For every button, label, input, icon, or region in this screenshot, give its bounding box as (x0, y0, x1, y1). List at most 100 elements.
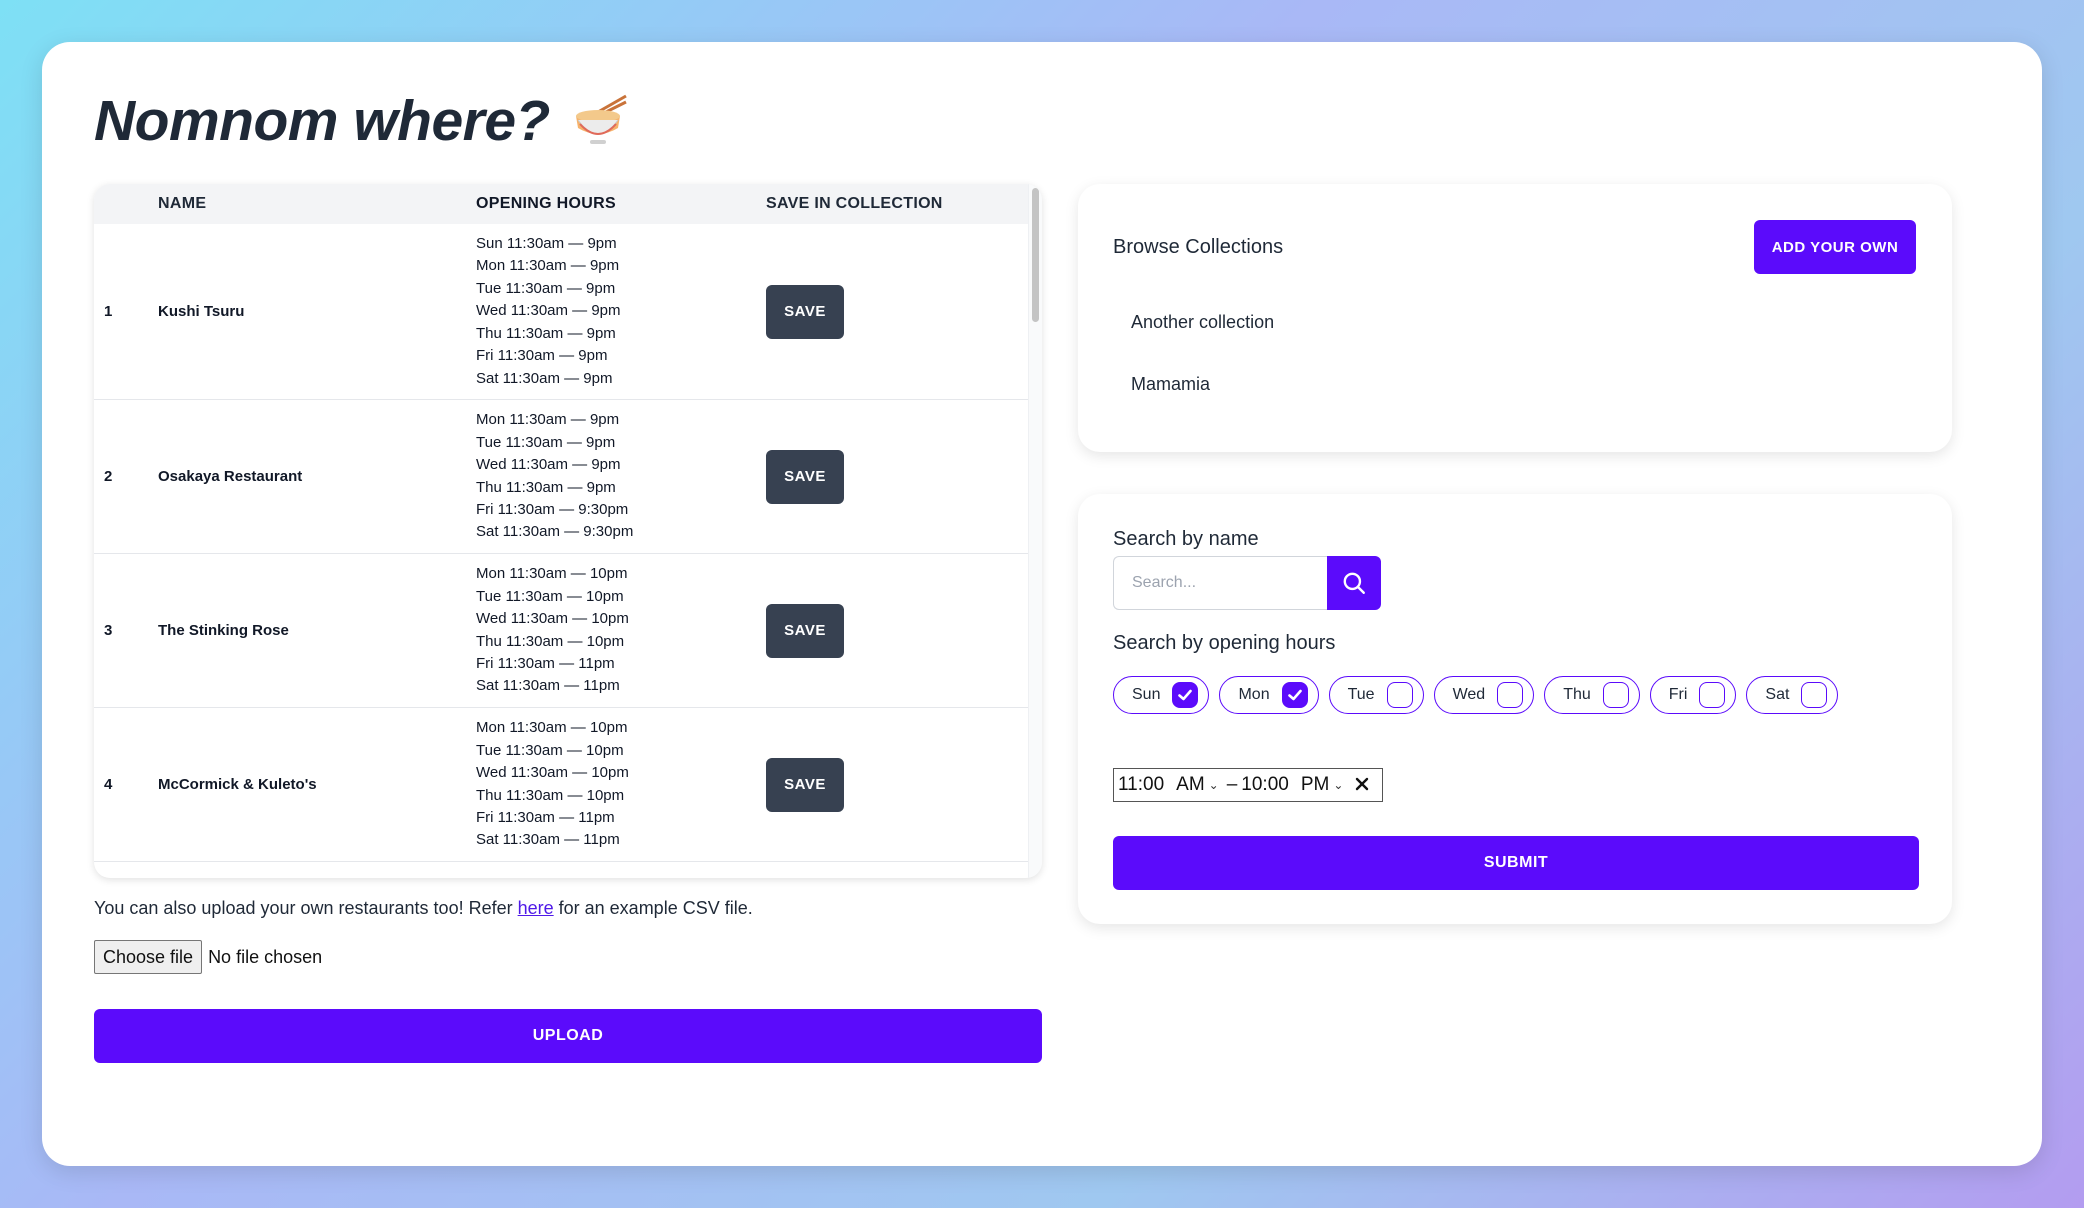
example-csv-link[interactable]: here (518, 898, 554, 918)
day-label: Mon (1238, 686, 1270, 703)
table-row: 2 Osakaya Restaurant Mon 11:30am — 9pm Tue … (94, 400, 1042, 554)
hours-line: Thu 11:30am — 10pm (476, 632, 625, 650)
day-checkbox[interactable] (1801, 682, 1828, 708)
day-filter-thu[interactable]: Thu (1544, 676, 1640, 714)
search-button[interactable] (1327, 556, 1381, 610)
row-number: 1 (104, 303, 113, 320)
header-save: SAVE IN COLLECTION (766, 195, 943, 212)
hours-line: Tue 11:30am — 10pm (476, 587, 624, 605)
day-label: Wed (1452, 686, 1486, 703)
day-checkbox[interactable] (1602, 682, 1629, 708)
table-header: NAME OPENING HOURS SAVE IN COLLECTION (94, 184, 1042, 224)
collections-panel: Browse Collections ADD YOUR OWN Another … (1078, 184, 1952, 452)
upload-instructions: You can also upload your own restaurants… (94, 898, 753, 919)
day-label: Thu (1563, 686, 1591, 703)
opening-hours: Sun 11am — 10pm (476, 874, 766, 878)
save-button[interactable]: SAVE (766, 603, 844, 658)
opening-hours: Sun 11:30am — 9pm Mon 11:30am — 9pm Tue 11… (476, 233, 766, 390)
collection-item[interactable]: Another collection (1131, 312, 1274, 333)
time-end[interactable]: 10:00 (1241, 774, 1289, 796)
file-status: No file chosen (208, 946, 323, 967)
day-filter-sat[interactable]: Sat (1746, 676, 1839, 714)
day-filters: Sun Mon Tue Wed Thu Fri Sat (1113, 676, 1839, 714)
scrollbar-thumb[interactable] (1032, 188, 1039, 322)
collections-title: Browse Collections (1113, 236, 1284, 258)
table-row: 3 The Stinking Rose Mon 11:30am — 10pm Tue … (94, 554, 1042, 708)
hours-line: Sat 11:30am — 11pm (476, 677, 620, 695)
page-title-text: Nomnom where? (94, 89, 550, 153)
save-cell: SAVE (766, 603, 1042, 658)
header-hours: OPENING HOURS (476, 194, 616, 212)
table-body: 1 Kushi Tsuru Sun 11:30am — 9pm Mon 11:30am… (94, 224, 1042, 878)
file-picker: Choose file No file chosen (94, 940, 322, 974)
chevron-down-icon[interactable]: ⌄ (1333, 778, 1343, 792)
restaurant-name: Osakaya Restaurant (158, 468, 303, 485)
hours-line: Fri 11:30am — 9:30pm (476, 500, 629, 518)
day-filter-sun[interactable]: Sun (1113, 676, 1210, 714)
table-scrollbar[interactable] (1028, 184, 1042, 878)
hours-line: Mon 11:30am — 9pm (476, 411, 620, 429)
day-label: Sun (1132, 686, 1161, 703)
day-checkbox[interactable] (1497, 682, 1524, 708)
opening-hours: Mon 11:30am — 9pm Tue 11:30am — 9pm Wed 11… (476, 409, 766, 543)
check-icon (1287, 689, 1302, 701)
hours-line: Tue 11:30am — 9pm (476, 433, 616, 451)
opening-hours: Mon 11:30am — 10pm Tue 11:30am — 10pm Wed … (476, 717, 766, 851)
choose-file-button[interactable]: Choose file (94, 940, 203, 974)
opening-hours: Mon 11:30am — 10pm Tue 11:30am — 10pm Wed … (476, 563, 766, 697)
save-cell: SAVE (766, 284, 1042, 339)
day-checkbox[interactable] (1172, 682, 1199, 708)
hours-line: Thu 11:30am — 10pm (476, 786, 625, 804)
hours-line: Thu 11:30am — 9pm (476, 324, 616, 342)
restaurant-name: Kushi Tsuru (158, 303, 245, 320)
day-checkbox[interactable] (1281, 682, 1308, 708)
hours-line: Thu 11:30am — 9pm (476, 478, 616, 496)
hours-line: Mon 11:30am — 10pm (476, 565, 628, 583)
collection-item[interactable]: Mamamia (1131, 374, 1210, 395)
day-checkbox[interactable] (1699, 682, 1726, 708)
day-filter-wed[interactable]: Wed (1433, 676, 1535, 714)
day-label: Tue (1347, 686, 1375, 703)
hours-line: Wed 11:30am — 9pm (476, 302, 621, 320)
clear-icon[interactable] (1352, 774, 1372, 800)
restaurant-name: The Stinking Rose (158, 622, 289, 639)
hours-line: Sun 11am — 10pm (476, 874, 766, 878)
hours-line: Fri 11:30am — 9pm (476, 347, 608, 365)
hours-line: Sat 11:30am — 9:30pm (476, 523, 634, 541)
day-label: Sat (1765, 686, 1790, 703)
hours-line: Wed 11:30am — 10pm (476, 610, 629, 628)
search-name-label: Search by name (1113, 528, 1259, 550)
page-title: Nomnom where? (94, 88, 628, 154)
check-icon (1178, 689, 1193, 701)
row-number: 2 (104, 468, 113, 485)
save-cell: SAVE (766, 757, 1042, 812)
day-filter-tue[interactable]: Tue (1328, 676, 1424, 714)
table-row: 4 McCormick & Kuleto's Mon 11:30am — 10pm T… (94, 708, 1042, 862)
hours-line: Fri 11:30am — 11pm (476, 654, 615, 672)
range-separator: – (1226, 774, 1238, 795)
search-input[interactable]: Search... (1113, 556, 1327, 610)
hours-line: Mon 11:30am — 10pm (476, 719, 628, 737)
hours-line: Sun 11:30am — 9pm (476, 235, 617, 253)
day-filter-fri[interactable]: Fri (1649, 676, 1737, 714)
day-label: Fri (1668, 686, 1688, 703)
day-checkbox[interactable] (1386, 682, 1413, 708)
save-cell: SAVE (766, 449, 1042, 504)
chevron-down-icon[interactable]: ⌄ (1209, 778, 1219, 792)
add-collection-button[interactable]: ADD YOUR OWN (1754, 220, 1916, 274)
upload-button[interactable]: UPLOAD (94, 1009, 1042, 1063)
hours-line: Sat 11:30am — 9pm (476, 369, 613, 387)
day-filter-mon[interactable]: Mon (1219, 676, 1319, 714)
search-panel: Search by name Search... Search by openi… (1078, 494, 1952, 924)
submit-button[interactable]: SUBMIT (1113, 836, 1919, 890)
restaurant-table: NAME OPENING HOURS SAVE IN COLLECTION 1 K… (94, 184, 1042, 878)
save-button[interactable]: SAVE (766, 284, 844, 339)
time-end-ampm[interactable]: PM (1301, 774, 1330, 796)
time-start[interactable]: 11:00 (1118, 774, 1164, 796)
hours-line: Tue 11:30am — 10pm (476, 741, 624, 759)
time-start-ampm[interactable]: AM (1176, 774, 1205, 796)
hours-line: Sat 11:30am — 11pm (476, 831, 620, 849)
save-button[interactable]: SAVE (766, 449, 844, 504)
save-button[interactable]: SAVE (766, 757, 844, 812)
time-range-picker[interactable]: 11:00 AM ⌄ – 10:00 PM ⌄ (1113, 768, 1383, 802)
